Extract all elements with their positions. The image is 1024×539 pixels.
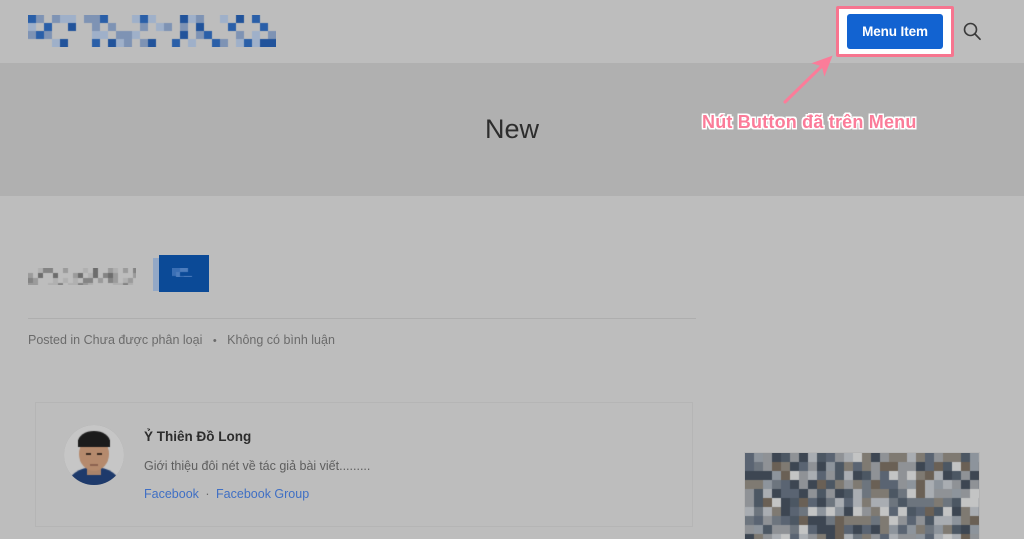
author-links: Facebook · Facebook Group [144,487,309,501]
annotation-label: Nút Button đã trên Menu [702,112,917,132]
page-title: New [484,114,539,144]
sidebar [744,452,980,539]
author-bio: Giới thiệu đôi nét về tác giả bài viết..… [144,459,371,473]
author-link-facebook[interactable]: Facebook [144,487,199,501]
site-logo[interactable] [28,15,276,47]
author-link-separator: · [205,487,210,501]
author-box: Ỷ Thiên Đồ Long Giới thiệu đôi nét về tá… [35,402,693,527]
post-button-label-pixelated [172,268,195,277]
site-logo-pixelated-image [28,15,276,47]
author-avatar-image [64,425,124,485]
page-root: Menu Item New Nút Button đã trên Menu Po… [0,0,1024,539]
author-avatar [64,425,124,485]
content-divider [28,318,696,319]
facebook-widget-cover-pixelated [745,453,979,539]
post-meta-separator: • [212,335,217,347]
facebook-page-widget[interactable] [744,452,980,539]
post-meta-comments[interactable]: Không có bình luận [227,333,335,347]
author-link-facebook-group[interactable]: Facebook Group [216,487,309,501]
post-title-row [28,254,696,302]
post-button-block[interactable] [159,255,209,292]
site-header: Menu Item [0,0,1024,63]
post-title-pixelated [28,268,136,285]
main-content: Posted in Chưa được phân loại • Không có… [0,196,1024,539]
author-name: Ỷ Thiên Đồ Long [144,429,252,444]
menu-item-button[interactable]: Menu Item [847,14,943,49]
header-search-icon[interactable] [962,21,982,41]
post-meta: Posted in Chưa được phân loại • Không có… [28,333,335,347]
post-meta-category[interactable]: Posted in Chưa được phân loại [28,333,202,347]
facebook-widget-cover [745,453,979,539]
article [28,254,696,302]
